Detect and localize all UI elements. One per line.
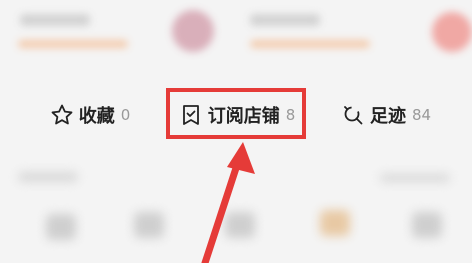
pointer-arrow xyxy=(201,142,255,263)
